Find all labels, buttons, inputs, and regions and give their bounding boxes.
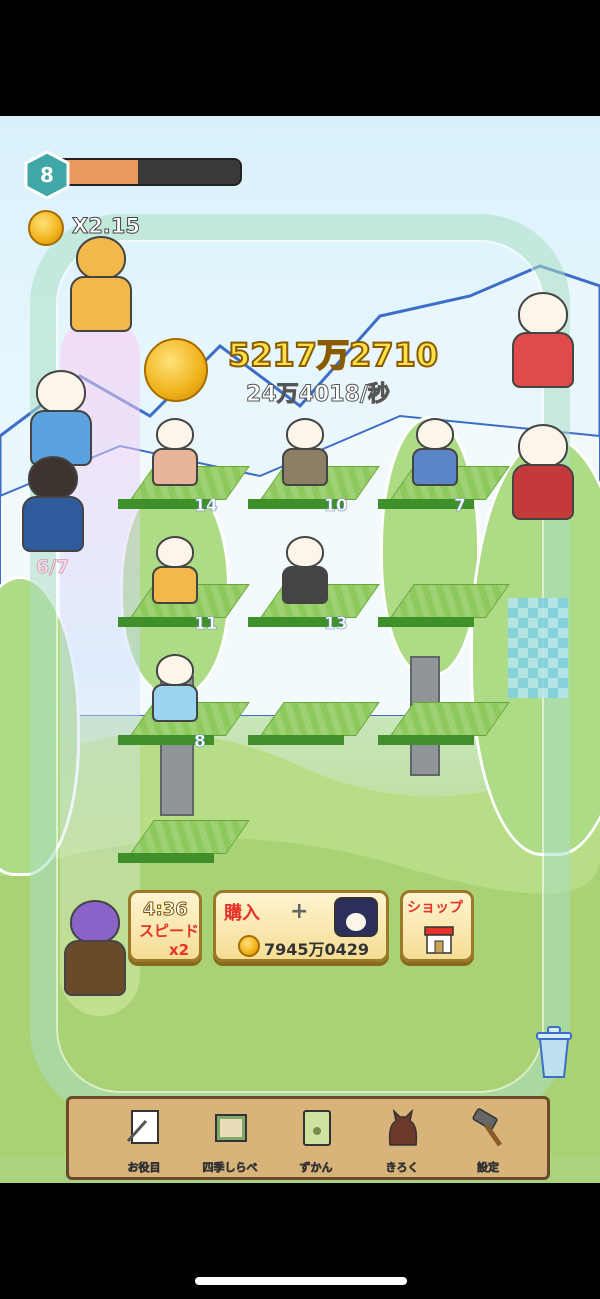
tile-level-label: 10 bbox=[324, 496, 348, 517]
speed-label: スピード bbox=[139, 922, 200, 940]
party-count: 6/7 bbox=[36, 556, 70, 579]
buy-button[interactable]: 購入 + 7945万0429 bbox=[213, 890, 389, 962]
menu-label: 四季しらべ bbox=[202, 1161, 258, 1175]
checker-panel bbox=[508, 598, 568, 698]
menu-label: お役目 bbox=[127, 1161, 161, 1175]
book-icon bbox=[303, 1110, 331, 1146]
tile-level-label: 14 bbox=[194, 496, 218, 517]
hammer-icon bbox=[472, 1108, 503, 1147]
merge-tile[interactable] bbox=[248, 702, 380, 746]
multiplier-label: X2.15 bbox=[71, 214, 141, 239]
cat-character[interactable] bbox=[144, 418, 206, 490]
bottom-menu: お役目 四季しらべ ずかん きろく 設定 bbox=[66, 1096, 550, 1180]
wandering-cat-character[interactable] bbox=[14, 456, 94, 556]
menu-item-quest[interactable]: お役目 bbox=[109, 1107, 179, 1179]
level-badge: 8 bbox=[22, 150, 72, 200]
speed-multiplier: x2 bbox=[169, 941, 190, 959]
wandering-cat-character[interactable] bbox=[504, 424, 584, 524]
cat-character[interactable] bbox=[144, 536, 206, 608]
shop-label: ショップ bbox=[407, 900, 463, 916]
plus-sign: + bbox=[290, 899, 309, 924]
tile-level-label: 11 bbox=[194, 614, 218, 635]
shop-button[interactable]: ショップ bbox=[400, 890, 474, 962]
menu-item-seasons[interactable]: 四季しらべ bbox=[195, 1107, 265, 1179]
buy-cost: 7945万0429 bbox=[264, 940, 370, 959]
menu-label: 設定 bbox=[477, 1161, 500, 1175]
merge-tile[interactable] bbox=[378, 702, 510, 746]
cat-character[interactable] bbox=[144, 654, 206, 726]
wandering-cat-character[interactable] bbox=[56, 900, 136, 1000]
menu-label: きろく bbox=[385, 1161, 419, 1175]
coin-icon bbox=[238, 935, 260, 957]
merge-tile[interactable] bbox=[378, 584, 510, 628]
xp-progress-bar bbox=[62, 158, 242, 186]
menu-item-encyclopedia[interactable]: ずかん bbox=[281, 1107, 351, 1179]
samurai-cat-icon bbox=[334, 897, 378, 937]
level-number: 8 bbox=[40, 163, 54, 187]
quest-paper-icon bbox=[126, 1110, 159, 1144]
wandering-cat-character[interactable] bbox=[22, 370, 102, 470]
speed-boost-button[interactable]: 4:36 スピード x2 bbox=[128, 890, 202, 962]
cat-character[interactable] bbox=[404, 418, 466, 490]
coin-rate: 24万4018/秒 bbox=[246, 382, 391, 408]
wandering-cat-character[interactable] bbox=[62, 236, 142, 336]
trash-can-icon[interactable] bbox=[533, 1023, 575, 1079]
coin-icon bbox=[28, 210, 64, 246]
buy-label: 購入 bbox=[224, 903, 260, 924]
cat-silhouette-icon bbox=[388, 1108, 418, 1146]
menu-item-records[interactable]: きろく bbox=[367, 1107, 437, 1179]
menu-label: ずかん bbox=[299, 1161, 333, 1175]
menu-item-settings[interactable]: 設定 bbox=[453, 1107, 523, 1179]
tile-level-label: 7 bbox=[454, 496, 466, 517]
merge-tile[interactable] bbox=[118, 820, 250, 864]
status-bar bbox=[0, 0, 600, 116]
cat-character[interactable] bbox=[274, 418, 336, 490]
coin-total: 5217万2710 bbox=[227, 335, 439, 375]
xp-progress-fill bbox=[64, 160, 138, 184]
home-indicator[interactable] bbox=[195, 1277, 407, 1285]
cat-character[interactable] bbox=[274, 536, 336, 608]
tile-level-label: 13 bbox=[324, 614, 348, 635]
shop-stall-icon bbox=[424, 926, 454, 954]
scroll-icon bbox=[215, 1114, 247, 1142]
boost-timer: 4:36 bbox=[143, 899, 189, 921]
tile-level-label: 8 bbox=[194, 732, 206, 753]
coin-icon bbox=[144, 338, 208, 402]
wandering-cat-character[interactable] bbox=[504, 292, 584, 392]
